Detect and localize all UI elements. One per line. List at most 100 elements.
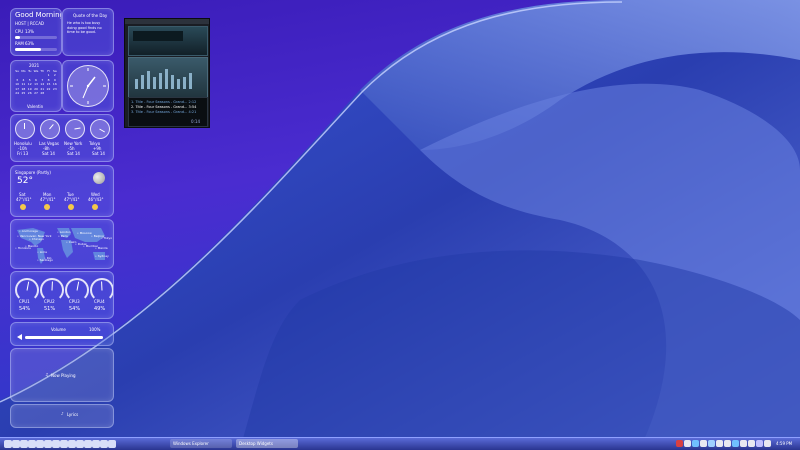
sun-cloud-icon [20, 204, 26, 210]
quick-launch-icon[interactable] [84, 440, 92, 448]
map-city-label: • New York [35, 234, 52, 238]
map-city-label: • Anchorage [19, 229, 38, 233]
world-clock-date: Sat 14 [42, 151, 55, 156]
greeting-gadget: Good Morning HOST | RCCAD CPU 13% RAM 63… [10, 8, 62, 56]
equalizer-band[interactable] [171, 75, 174, 89]
equalizer-band[interactable] [189, 73, 192, 89]
map-city-label: • Rio [44, 256, 52, 260]
tray-icon[interactable] [764, 440, 771, 447]
cpu-usage-bar [15, 36, 57, 39]
tray-icon[interactable] [700, 440, 707, 447]
equalizer-band[interactable] [159, 73, 162, 89]
taskbar: Windows Explorer Desktop Widgets 4:59 PM [0, 437, 800, 450]
quick-launch-icon[interactable] [100, 440, 108, 448]
quick-launch-icon[interactable] [36, 440, 44, 448]
equalizer-band[interactable] [153, 77, 156, 89]
taskbar-clock[interactable]: 4:59 PM [776, 441, 792, 446]
map-city-label: • Moscow [77, 231, 92, 235]
quick-launch-icon[interactable] [28, 440, 36, 448]
ram-usage-fill [15, 48, 42, 51]
cpu-usage-fill [15, 36, 21, 39]
quick-launch-icon[interactable] [44, 440, 52, 448]
tray-icon[interactable] [748, 440, 755, 447]
quick-launch-icon[interactable] [60, 440, 68, 448]
world-clock-date: Sat 14 [92, 151, 105, 156]
clock-hands [70, 68, 106, 104]
volume-slider[interactable] [25, 336, 103, 339]
playlist-item[interactable]: 3. Title - Four Seasons - Grand... 4:21 [131, 110, 196, 114]
player-titlebar[interactable] [125, 19, 209, 24]
world-clock-date: Fri 13 [17, 151, 29, 156]
equalizer-band[interactable] [141, 75, 144, 89]
quick-launch-icon[interactable] [108, 440, 116, 448]
playlist-item[interactable]: 2. Title - Four Seasons - Grand... 3:54 [131, 105, 196, 109]
calendar-date[interactable]: 28 [39, 91, 45, 95]
desktop-wallpaper [0, 0, 800, 449]
quote-text: He who is too busy doing good finds no t… [67, 21, 102, 34]
volume-gadget[interactable]: Volume 100% [10, 322, 114, 346]
map-city-label: • Honolulu [15, 246, 32, 250]
calendar-header: 2021 [29, 63, 40, 68]
player-time: 0:14 [191, 119, 200, 124]
tray-icon[interactable] [740, 440, 747, 447]
map-city-label: • Lima [37, 250, 47, 254]
forecast-range: 47°/41° [64, 197, 80, 202]
ram-value: 63% [25, 41, 34, 46]
lyrics-gadget[interactable]: ♪ Lyrics [10, 404, 114, 428]
equalizer-band[interactable] [135, 79, 138, 89]
media-player-window[interactable]: 1. Title - Four Seasons - Grand... 2:12 2… [124, 18, 210, 128]
now-playing-gadget[interactable]: Now Playing ♫ [10, 348, 114, 402]
tray-icon[interactable] [756, 440, 763, 447]
calendar-grid: Su Mo Tu We Th Fr Sa 1 2 3 4 5 6 7 8 9 10 11 12 13 14 15 16 17 1… [14, 69, 58, 95]
quick-launch-icon[interactable] [4, 440, 12, 448]
cpu-label: CPU [15, 29, 24, 34]
quick-launch-icon[interactable] [92, 440, 100, 448]
equalizer-band[interactable] [147, 71, 150, 89]
ram-usage-bar [15, 48, 57, 51]
cpu-gauge-needle [51, 281, 53, 291]
player-visualizer [133, 31, 183, 41]
calendar-gadget[interactable]: 2021 Su Mo Tu We Th Fr Sa 1 2 3 4 5 6 7 8 9 10 11 12 13 14 15… [10, 60, 62, 112]
weather-gadget[interactable]: Singapore (Partly) 52° Sat 47°/41° Mon 47°/… [10, 165, 114, 217]
now-playing-label: Now Playing [51, 373, 76, 378]
world-clocks-gadget: Honolulu -10h Fri 13 Las Vegas -8h Sat 14 New … [10, 114, 114, 162]
lyrics-label: Lyrics [67, 412, 79, 417]
quick-launch-icon[interactable] [76, 440, 84, 448]
tray-icon[interactable] [716, 440, 723, 447]
world-clock-face [15, 119, 35, 139]
quick-launch-icon[interactable] [12, 440, 20, 448]
cpu-meters-gadget: CPU1 54% CPU2 51% CPU3 54% CPU4 49% [10, 271, 114, 319]
tray-icon[interactable] [724, 440, 731, 447]
tray-icon[interactable] [676, 440, 683, 447]
tray-icon[interactable] [684, 440, 691, 447]
cpu-gauge-needle [76, 281, 80, 291]
moon-icon [93, 172, 105, 184]
equalizer-band[interactable] [177, 79, 180, 89]
quote-title: Quote of the Day [73, 13, 108, 18]
greeting-title: Good Morning [15, 11, 62, 19]
equalizer-band[interactable] [165, 69, 168, 89]
cpu-gauge-value: 54% [19, 306, 31, 312]
volume-value: 100% [89, 327, 101, 332]
quick-launch-icon[interactable] [68, 440, 76, 448]
playlist-item[interactable]: 1. Title - Four Seasons - Grand... 2:12 [131, 100, 196, 104]
quick-launch-icon[interactable] [20, 440, 28, 448]
quick-launch-icon[interactable] [52, 440, 60, 448]
taskbar-task-button[interactable]: Desktop Widgets [236, 439, 298, 448]
cpu-gauge-label: CPU2 [44, 299, 55, 304]
ram-label: RAM [15, 41, 24, 46]
volume-level [25, 336, 103, 339]
cpu-gauge-value: 54% [69, 306, 81, 312]
taskbar-task-button[interactable]: Windows Explorer [170, 439, 232, 448]
cpu-gauge-needle [26, 281, 30, 291]
equalizer-band[interactable] [183, 77, 186, 89]
sun-cloud-icon [44, 204, 50, 210]
analog-clock-gadget [62, 60, 114, 112]
microphone-icon: ♪ [61, 411, 64, 416]
speaker-icon [17, 334, 22, 340]
calendar-date[interactable]: 23 [52, 87, 58, 91]
tray-icon[interactable] [732, 440, 739, 447]
tray-icon[interactable] [692, 440, 699, 447]
music-note-icon: ♫ [45, 372, 49, 377]
tray-icon[interactable] [708, 440, 715, 447]
